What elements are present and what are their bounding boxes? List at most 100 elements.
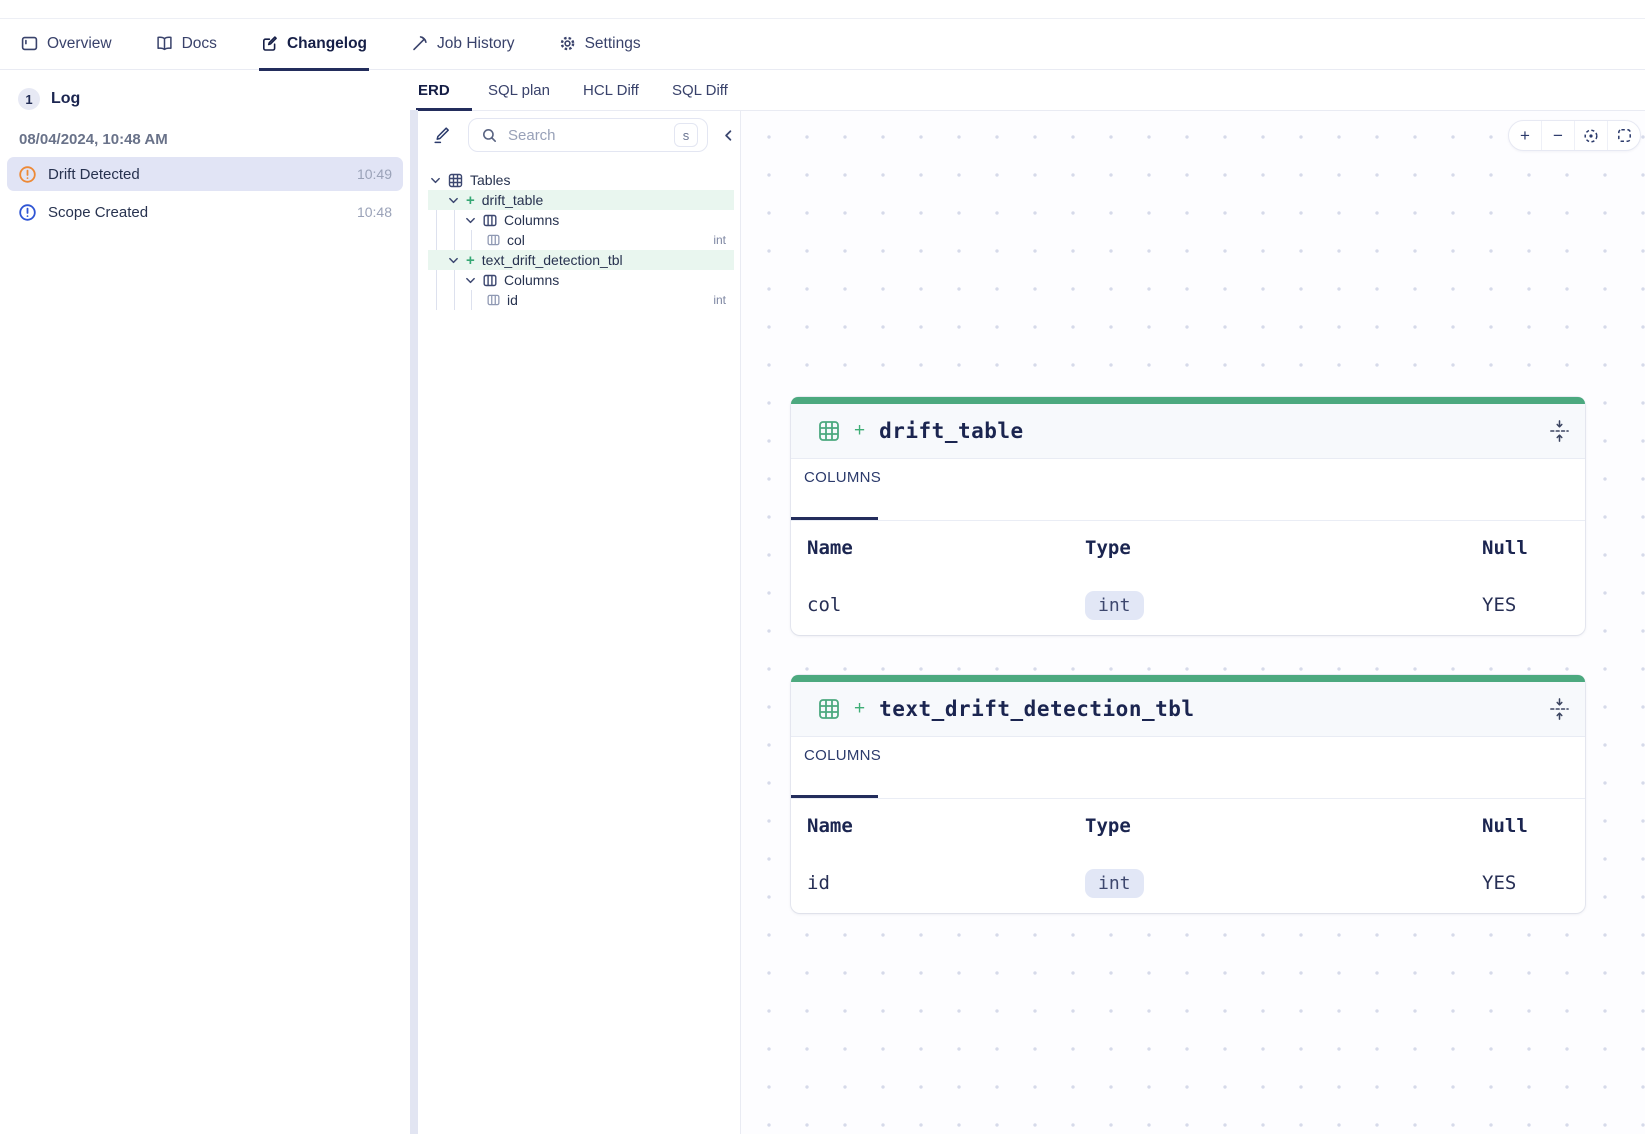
tree-node-tables[interactable]: Tables [418, 170, 740, 190]
nav-settings-label: Settings [585, 35, 641, 53]
fit-view-button[interactable] [1607, 121, 1640, 150]
nav-overview[interactable]: Overview [19, 19, 114, 71]
tab-erd-label: ERD [418, 82, 450, 99]
cell-name: col [807, 594, 1085, 616]
search-icon [482, 128, 497, 143]
search-shortcut-badge: s [674, 123, 698, 147]
tab-sql-diff-label: SQL Diff [672, 82, 728, 99]
tree-node-columns[interactable]: Columns [418, 270, 740, 290]
tree-node-label: Columns [504, 272, 559, 288]
tree-node-label: Tables [470, 172, 510, 188]
table-row[interactable]: col int YES [791, 575, 1585, 635]
added-plus-icon: + [466, 193, 475, 208]
card-header: + text_drift_detection_tbl [791, 682, 1585, 737]
tab-sql-diff[interactable]: SQL Diff [672, 71, 728, 110]
cell-name: id [807, 872, 1085, 894]
type-badge: int [1085, 591, 1144, 620]
card-accent-bar [791, 397, 1585, 404]
card-table-name: drift_table [879, 419, 1024, 443]
card-header: + drift_table [791, 404, 1585, 459]
nav-changelog-label: Changelog [287, 35, 367, 53]
added-plus-icon: + [466, 253, 475, 268]
log-entry-time: 10:48 [357, 204, 392, 220]
chevron-down-icon [448, 255, 459, 266]
overview-icon [21, 35, 38, 52]
pencil-icon [433, 126, 452, 145]
table-row[interactable]: id int YES [791, 853, 1585, 913]
docs-icon [156, 35, 173, 52]
log-date: 08/04/2024, 10:48 AM [0, 110, 410, 157]
nav-settings[interactable]: Settings [557, 19, 643, 71]
tree-node-label: text_drift_detection_tbl [482, 252, 623, 268]
tab-sql-plan[interactable]: SQL plan [488, 71, 550, 110]
card-columns-table: Name Type Null id int YES [791, 799, 1585, 913]
column-header: Type [1085, 537, 1482, 559]
log-title: Log [51, 90, 80, 108]
erd-table-card-text-drift-detection-tbl[interactable]: + text_drift_detection_tbl COLUMNS Name … [791, 675, 1585, 913]
chevron-down-icon [448, 195, 459, 206]
info-circle-icon [18, 203, 37, 222]
tree-node-label: drift_table [482, 192, 543, 208]
tree-node-drift-table[interactable]: + drift_table [428, 190, 734, 210]
added-plus-icon: + [854, 420, 865, 442]
collapse-card-button[interactable] [1548, 418, 1571, 444]
zoom-out-button[interactable]: − [1541, 121, 1574, 150]
panel-divider-scrollbar[interactable] [410, 110, 418, 1134]
column-header: Null [1482, 537, 1585, 559]
log-count-badge: 1 [18, 88, 40, 110]
tree-node-label: Columns [504, 212, 559, 228]
tree-node-text-drift-detection-tbl[interactable]: + text_drift_detection_tbl [428, 250, 734, 270]
chevron-left-icon [722, 129, 735, 142]
nav-docs[interactable]: Docs [154, 19, 219, 71]
table-grid-icon [818, 698, 840, 720]
tree-search-box: s [468, 118, 708, 152]
column-header: Name [807, 815, 1085, 837]
pickaxe-icon [411, 35, 428, 52]
erd-tab-bar: ERD SQL plan HCL Diff SQL Diff [410, 71, 1645, 111]
collapse-panel-button[interactable] [718, 125, 738, 145]
column-type-label: int [713, 293, 740, 307]
card-tab-columns[interactable]: COLUMNS [791, 737, 878, 799]
tree-node-column-col[interactable]: col int [418, 230, 740, 250]
column-header: Type [1085, 815, 1482, 837]
zoom-in-button[interactable]: + [1509, 121, 1541, 150]
erd-table-card-drift-table[interactable]: + drift_table COLUMNS Name Type Null col… [791, 397, 1585, 635]
chevron-down-icon [465, 275, 476, 286]
nav-docs-label: Docs [182, 35, 217, 53]
card-tab-bar: COLUMNS [791, 737, 1585, 799]
table-header-row: Name Type Null [791, 799, 1585, 853]
log-header: 1 Log [0, 71, 410, 110]
schema-tree: Tables + drift_table Columns [418, 170, 740, 310]
log-entry-time: 10:49 [357, 166, 392, 182]
search-input[interactable] [506, 126, 665, 145]
column-icon [487, 234, 500, 246]
tree-node-columns[interactable]: Columns [418, 210, 740, 230]
cell-type: int [1085, 591, 1482, 620]
tab-erd[interactable]: ERD [418, 71, 450, 110]
cell-null: YES [1482, 594, 1585, 616]
chevron-down-icon [430, 175, 441, 186]
log-panel: 1 Log 08/04/2024, 10:48 AM Drift Detecte… [0, 71, 410, 1134]
table-grid-icon [818, 420, 840, 442]
schema-tree-panel: s Tables [418, 111, 741, 1134]
log-entry-scope-created[interactable]: Scope Created 10:48 [7, 195, 403, 229]
card-tab-columns[interactable]: COLUMNS [791, 459, 878, 521]
log-entry-drift-detected[interactable]: Drift Detected 10:49 [7, 157, 403, 191]
nav-overview-label: Overview [47, 35, 112, 53]
nav-changelog[interactable]: Changelog [259, 19, 369, 71]
changelog-icon [261, 35, 278, 52]
nav-job-history[interactable]: Job History [409, 19, 517, 71]
edit-pencil-button[interactable] [431, 124, 453, 146]
collapse-card-button[interactable] [1548, 696, 1571, 722]
column-header: Name [807, 537, 1085, 559]
center-view-button[interactable] [1574, 121, 1607, 150]
gear-icon [559, 35, 576, 52]
fit-screen-icon [1617, 128, 1632, 143]
column-header: Null [1482, 815, 1585, 837]
tab-hcl-diff[interactable]: HCL Diff [583, 71, 639, 110]
top-navbar: Overview Docs Changelog Job History [0, 18, 1645, 70]
tree-node-column-id[interactable]: id int [418, 290, 740, 310]
columns-icon [483, 214, 497, 227]
columns-icon [483, 274, 497, 287]
focus-target-icon [1583, 128, 1599, 144]
